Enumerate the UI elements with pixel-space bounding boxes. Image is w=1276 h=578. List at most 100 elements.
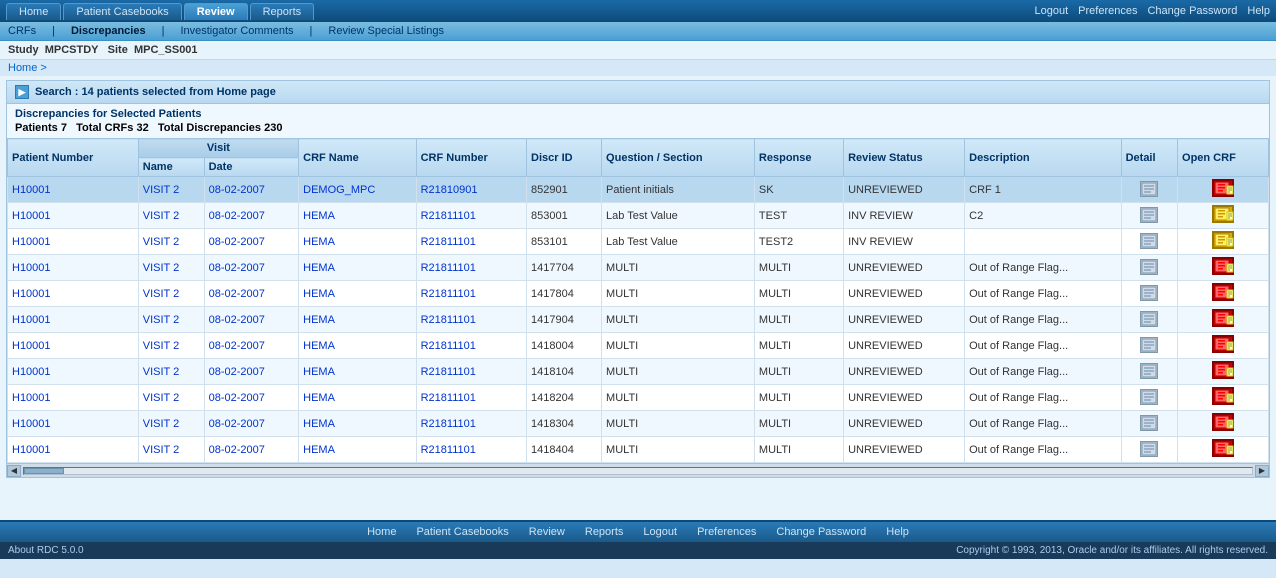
table-row[interactable]: H10001 VISIT 2 08-02-2007 HEMA R21811101…: [8, 255, 1269, 281]
search-header-text: Search : 14 patients selected from Home …: [35, 86, 276, 98]
cell-detail[interactable]: [1121, 333, 1177, 359]
col-crf-number[interactable]: CRF Number: [416, 139, 526, 177]
cell-detail[interactable]: [1121, 177, 1177, 203]
cell-question: MULTI: [602, 385, 755, 411]
tab-home[interactable]: Home: [6, 3, 61, 20]
tab-review[interactable]: Review: [184, 3, 248, 20]
cell-open-crf[interactable]: [1178, 359, 1269, 385]
preferences-link[interactable]: Preferences: [1078, 5, 1137, 17]
cell-open-crf[interactable]: [1178, 255, 1269, 281]
col-review-status[interactable]: Review Status: [844, 139, 965, 177]
table-row[interactable]: H10001 VISIT 2 08-02-2007 HEMA R21811101…: [8, 359, 1269, 385]
table-row[interactable]: H10001 VISIT 2 08-02-2007 HEMA R21811101…: [8, 229, 1269, 255]
cell-patient: H10001: [8, 203, 139, 229]
search-header: ▶ Search : 14 patients selected from Hom…: [7, 81, 1269, 104]
cell-patient: H10001: [8, 307, 139, 333]
table-row[interactable]: H10001 VISIT 2 08-02-2007 HEMA R21811101…: [8, 411, 1269, 437]
cell-question: MULTI: [602, 359, 755, 385]
footer-review-link[interactable]: Review: [529, 526, 565, 538]
scroll-right-btn[interactable]: ▶: [1255, 465, 1269, 477]
cell-response: TEST2: [754, 229, 843, 255]
cell-open-crf[interactable]: [1178, 203, 1269, 229]
footer-home-link[interactable]: Home: [367, 526, 396, 538]
cell-detail[interactable]: [1121, 411, 1177, 437]
col-patient-number[interactable]: Patient Number: [8, 139, 139, 177]
col-detail[interactable]: Detail: [1121, 139, 1177, 177]
cell-patient: H10001: [8, 281, 139, 307]
subnav-review-special-listings[interactable]: Review Special Listings: [328, 25, 444, 37]
cell-detail[interactable]: [1121, 437, 1177, 463]
cell-detail[interactable]: [1121, 255, 1177, 281]
cell-name: VISIT 2: [138, 359, 204, 385]
table-row[interactable]: H10001 VISIT 2 08-02-2007 HEMA R21811101…: [8, 437, 1269, 463]
cell-detail[interactable]: [1121, 359, 1177, 385]
cell-open-crf[interactable]: [1178, 307, 1269, 333]
table-row[interactable]: H10001 VISIT 2 08-02-2007 HEMA R21811101…: [8, 281, 1269, 307]
breadcrumb[interactable]: Home >: [0, 60, 1276, 76]
cell-detail[interactable]: [1121, 385, 1177, 411]
cell-date: 08-02-2007: [204, 385, 299, 411]
footer-reports-link[interactable]: Reports: [585, 526, 624, 538]
cell-response: SK: [754, 177, 843, 203]
cell-detail[interactable]: [1121, 307, 1177, 333]
scrollbar-thumb[interactable]: [24, 468, 64, 474]
col-visit-header[interactable]: Visit: [138, 139, 298, 158]
footer-logout-link[interactable]: Logout: [643, 526, 677, 538]
change-password-link[interactable]: Change Password: [1147, 5, 1237, 17]
subnav-discrepancies[interactable]: Discrepancies: [71, 25, 146, 37]
search-toggle-icon[interactable]: ▶: [15, 85, 29, 99]
subnav-investigator-comments[interactable]: Investigator Comments: [180, 25, 293, 37]
cell-crf-name: DEMOG_MPC: [299, 177, 416, 203]
table-row[interactable]: H10001 VISIT 2 08-02-2007 HEMA R21811101…: [8, 203, 1269, 229]
col-open-crf[interactable]: Open CRF: [1178, 139, 1269, 177]
cell-open-crf[interactable]: [1178, 411, 1269, 437]
cell-review-status: INV REVIEW: [844, 203, 965, 229]
cell-detail[interactable]: [1121, 281, 1177, 307]
table-row[interactable]: H10001 VISIT 2 08-02-2007 HEMA R21811101…: [8, 385, 1269, 411]
col-question[interactable]: Question / Section: [602, 139, 755, 177]
cell-question: MULTI: [602, 333, 755, 359]
col-discr-id[interactable]: Discr ID: [527, 139, 602, 177]
tab-patient-casebooks[interactable]: Patient Casebooks: [63, 3, 181, 20]
horizontal-scrollbar[interactable]: ◀ ▶: [7, 463, 1269, 477]
cell-crf-name: HEMA: [299, 437, 416, 463]
table-row[interactable]: H10001 VISIT 2 08-02-2007 DEMOG_MPC R218…: [8, 177, 1269, 203]
cell-open-crf[interactable]: [1178, 281, 1269, 307]
cell-detail[interactable]: [1121, 229, 1177, 255]
cell-review-status: UNREVIEWED: [844, 385, 965, 411]
logout-link[interactable]: Logout: [1035, 5, 1069, 17]
data-table-wrapper: Patient Number Visit CRF Name CRF Number…: [7, 138, 1269, 463]
scroll-left-btn[interactable]: ◀: [7, 465, 21, 477]
cell-patient: H10001: [8, 385, 139, 411]
footer-patient-casebooks-link[interactable]: Patient Casebooks: [416, 526, 508, 538]
cell-discr-id: 853001: [527, 203, 602, 229]
cell-crf-number: R21811101: [416, 255, 526, 281]
footer-preferences-link[interactable]: Preferences: [697, 526, 756, 538]
cell-detail[interactable]: [1121, 203, 1177, 229]
col-date[interactable]: Date: [204, 158, 299, 177]
scrollbar-track[interactable]: [23, 467, 1253, 475]
cell-description: C2: [965, 203, 1121, 229]
cell-date: 08-02-2007: [204, 203, 299, 229]
cell-open-crf[interactable]: [1178, 177, 1269, 203]
cell-open-crf[interactable]: [1178, 229, 1269, 255]
table-row[interactable]: H10001 VISIT 2 08-02-2007 HEMA R21811101…: [8, 307, 1269, 333]
help-link[interactable]: Help: [1247, 5, 1270, 17]
col-response[interactable]: Response: [754, 139, 843, 177]
top-nav-links: Logout Preferences Change Password Help: [1035, 5, 1270, 17]
cell-open-crf[interactable]: [1178, 437, 1269, 463]
col-description[interactable]: Description: [965, 139, 1121, 177]
footer-copyright: About RDC 5.0.0 Copyright © 1993, 2013, …: [0, 542, 1276, 559]
tab-reports[interactable]: Reports: [250, 3, 315, 20]
cell-description: Out of Range Flag...: [965, 333, 1121, 359]
subnav-crfs[interactable]: CRFs: [8, 25, 36, 37]
col-name[interactable]: Name: [138, 158, 204, 177]
footer-change-password-link[interactable]: Change Password: [776, 526, 866, 538]
cell-review-status: UNREVIEWED: [844, 411, 965, 437]
footer-help-link[interactable]: Help: [886, 526, 909, 538]
col-crf-name[interactable]: CRF Name: [299, 139, 416, 177]
cell-open-crf[interactable]: [1178, 333, 1269, 359]
cell-question: MULTI: [602, 437, 755, 463]
cell-open-crf[interactable]: [1178, 385, 1269, 411]
table-row[interactable]: H10001 VISIT 2 08-02-2007 HEMA R21811101…: [8, 333, 1269, 359]
